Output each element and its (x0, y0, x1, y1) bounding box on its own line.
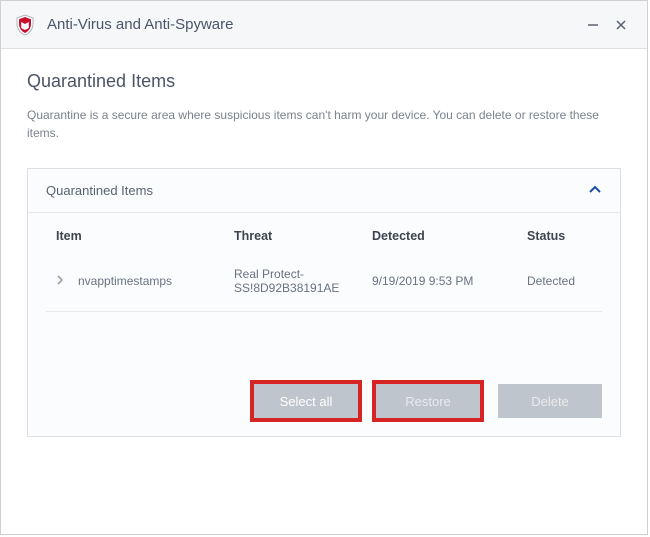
content-area: Quarantined Items Quarantine is a secure… (1, 49, 647, 437)
mcafee-shield-icon (13, 13, 37, 37)
delete-button[interactable]: Delete (498, 384, 602, 418)
cell-detected: 9/19/2019 9:53 PM (372, 274, 527, 288)
table-header: Item Threat Detected Status (46, 213, 602, 257)
restore-button[interactable]: Restore (376, 384, 480, 418)
chevron-up-icon (588, 183, 602, 198)
column-header-threat: Threat (234, 229, 372, 243)
action-bar: Select all Restore Delete (28, 366, 620, 436)
cell-threat: Real Protect-SS!8D92B38191AE (234, 267, 372, 295)
panel-header-label: Quarantined Items (46, 183, 153, 198)
minimize-button[interactable] (579, 11, 607, 39)
column-header-status: Status (527, 229, 592, 243)
window-title: Anti-Virus and Anti-Spyware (47, 16, 579, 33)
chevron-right-icon[interactable] (56, 274, 68, 288)
close-button[interactable] (607, 11, 635, 39)
panel-body: Item Threat Detected Status nvapptimesta… (28, 212, 620, 366)
quarantine-panel: Quarantined Items Item Threat Detected S… (27, 168, 621, 437)
cell-item: nvapptimestamps (78, 274, 172, 288)
panel-header[interactable]: Quarantined Items (28, 169, 620, 212)
select-all-button[interactable]: Select all (254, 384, 358, 418)
titlebar: Anti-Virus and Anti-Spyware (1, 1, 647, 49)
page-title: Quarantined Items (27, 71, 621, 92)
table-row[interactable]: nvapptimestamps Real Protect-SS!8D92B381… (46, 257, 602, 312)
panel-spacer (46, 312, 602, 366)
app-window: Anti-Virus and Anti-Spyware Quarantined … (0, 0, 648, 535)
cell-status: Detected (527, 274, 592, 288)
column-header-detected: Detected (372, 229, 527, 243)
page-description: Quarantine is a secure area where suspic… (27, 106, 621, 142)
column-header-item: Item (56, 229, 234, 243)
